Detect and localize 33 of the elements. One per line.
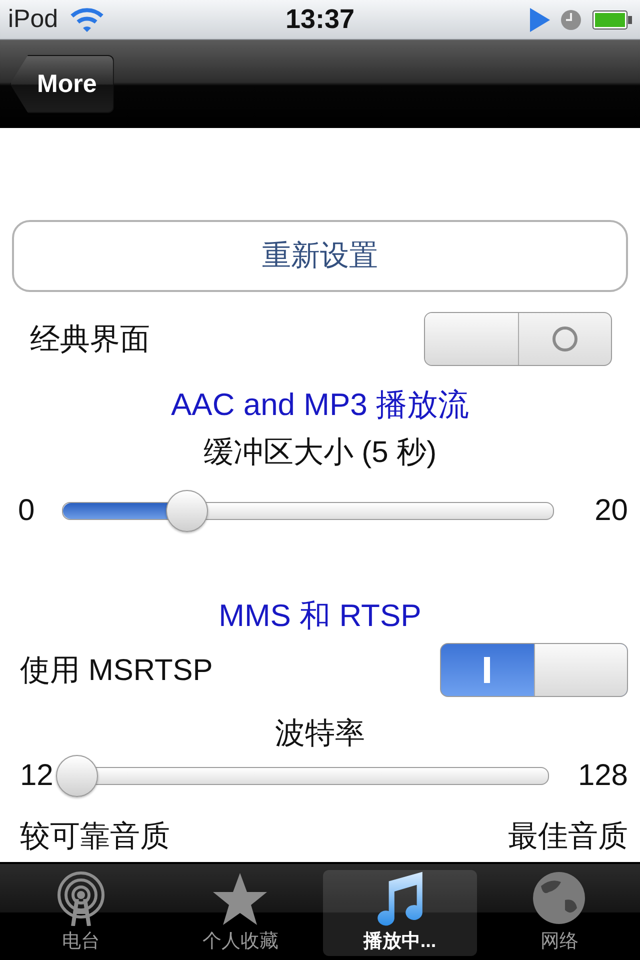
- slider-thumb[interactable]: [166, 490, 208, 532]
- alarm-clock-icon: [560, 8, 582, 30]
- toggle-switch[interactable]: [440, 643, 628, 697]
- slider-label: 缓冲区大小 (5 秒): [202, 435, 438, 471]
- tab-item[interactable]: 播放中...: [323, 870, 476, 956]
- play-icon: [530, 8, 550, 32]
- on-mark-icon: [484, 657, 490, 683]
- setting-label: 使用 MSRTSP: [20, 652, 213, 688]
- slider-min: 0: [18, 494, 36, 528]
- slider-max: 20: [594, 494, 628, 528]
- quality-label: 较可靠音质: [20, 819, 170, 855]
- tab-item[interactable]: 个人收藏: [164, 870, 317, 956]
- battery-icon: [592, 10, 632, 30]
- slider-thumb[interactable]: [56, 755, 98, 797]
- back-button[interactable]: More: [10, 55, 114, 113]
- setting-label: 经典界面: [30, 322, 150, 358]
- clock-time: 13:37: [284, 4, 356, 35]
- slider-label: 波特率: [274, 716, 366, 752]
- slider-min: 12: [20, 759, 54, 793]
- tab-item[interactable]: 电台: [4, 870, 158, 956]
- section-title: AAC and MP3 播放流: [170, 386, 470, 424]
- star-icon: [212, 872, 268, 926]
- off-mark-icon: [550, 325, 579, 353]
- section-title: MMS 和 RTSP: [218, 597, 422, 635]
- toggle-switch[interactable]: [424, 312, 612, 366]
- slider-max: 128: [576, 759, 628, 793]
- carrier-name: iPod: [8, 5, 58, 34]
- reset-button[interactable]: 重新设置: [12, 220, 628, 292]
- antenna-icon: [56, 870, 106, 926]
- quality-label: 最佳音质: [508, 819, 628, 855]
- tab-item[interactable]: 网络: [482, 870, 636, 956]
- wifi-icon: [70, 6, 104, 32]
- globe-icon: [531, 870, 588, 926]
